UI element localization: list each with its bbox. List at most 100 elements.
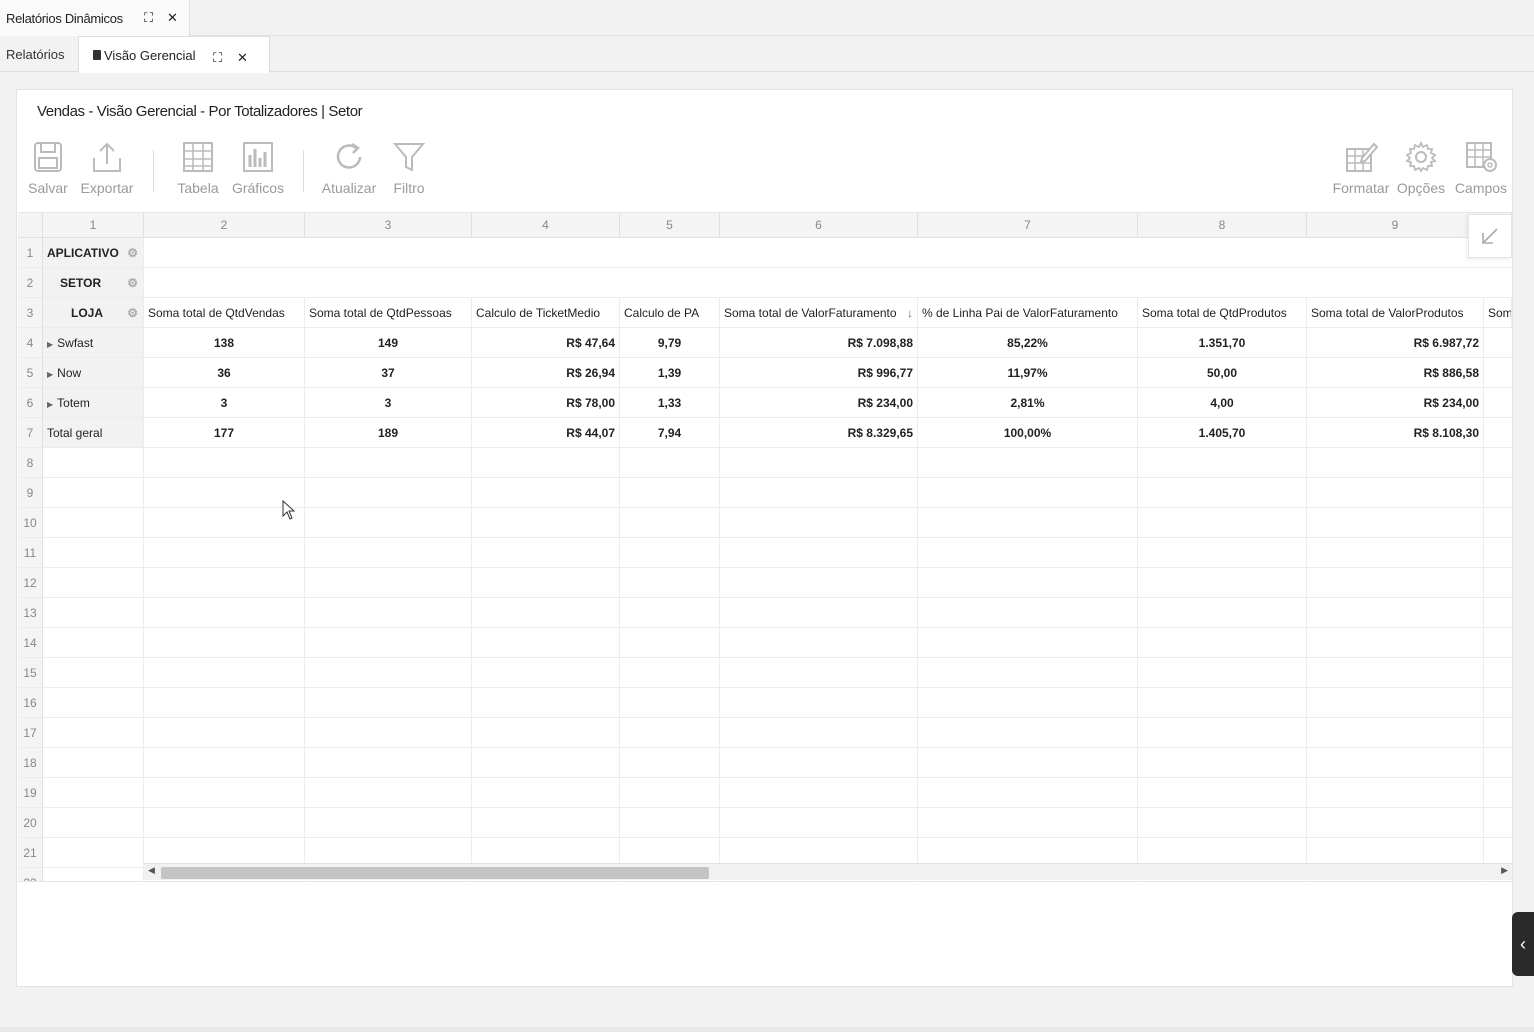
data-cell[interactable]: R$ 47,64 [472,328,620,358]
column-header[interactable]: Soma total de ValorProdutos [1307,298,1484,328]
data-cell[interactable]: 3 [305,388,472,418]
data-cell[interactable]: 3 [144,388,305,418]
data-cell[interactable]: 149 [305,328,472,358]
row-number: 15 [18,658,43,688]
window-tab-relatorios-dinamicos[interactable]: Relatórios Dinâmicos ⛶ ✕ [0,0,190,36]
data-cell[interactable]: R$ 234,00 [720,388,918,418]
collapse-arrow-icon [1482,228,1498,244]
charts-button[interactable]: Gráficos [228,140,288,196]
column-header[interactable]: Soma total de QtdPessoas [305,298,472,328]
column-header-sorted[interactable]: Soma total de ValorFaturamento ↓ [720,298,918,328]
column-number: 3 [305,213,472,238]
row-number: 21 [18,838,43,868]
scrollbar-thumb[interactable] [161,867,709,879]
close-icon[interactable]: ✕ [237,51,248,65]
expand-icon[interactable]: ▶ [47,370,53,379]
scroll-right-icon[interactable]: ▶ [1501,865,1508,876]
fields-button[interactable]: Campos [1451,140,1511,196]
data-cell[interactable]: 11,97% [918,358,1138,388]
save-button[interactable]: Salvar [18,140,78,196]
data-cell[interactable]: 4,00 [1138,388,1307,418]
column-header[interactable]: Soma total de QtdVendas [144,298,305,328]
data-cell[interactable]: R$ 996,77 [720,358,918,388]
filter-button[interactable]: Filtro [379,140,439,196]
field-aplicativo[interactable]: APLICATIVO ⚙ [43,238,144,268]
total-cell[interactable]: 1.405,70 [1138,418,1307,448]
total-cell[interactable]: 100,00% [918,418,1138,448]
row-header-totem[interactable]: ▶ Totem [43,388,144,418]
options-button[interactable]: Opções [1391,140,1451,196]
total-cell[interactable]: 189 [305,418,472,448]
data-cell[interactable]: 50,00 [1138,358,1307,388]
data-cell[interactable]: 2,81% [918,388,1138,418]
empty-column [1484,328,1512,881]
row-number: 7 [18,418,43,448]
refresh-button[interactable]: Atualizar [319,140,379,196]
column-header[interactable]: Som [1484,298,1512,328]
expand-icon[interactable]: ▶ [47,400,53,409]
export-button[interactable]: Exportar [77,140,137,196]
gear-icon[interactable]: ⚙ [127,238,138,267]
data-cell[interactable]: 1,33 [620,388,720,418]
format-button[interactable]: Formatar [1331,140,1391,196]
row-header-total-geral[interactable]: Total geral [43,418,144,448]
row-number: 10 [18,508,43,538]
row-number: 6 [18,388,43,418]
fields-label: Campos [1454,180,1508,196]
data-cell[interactable]: 9,79 [620,328,720,358]
data-cell[interactable]: R$ 78,00 [472,388,620,418]
maximize-icon[interactable]: ⛶ [213,51,222,65]
row-number: 3 [18,298,43,328]
column-header[interactable]: % de Linha Pai de ValorFaturamento [918,298,1138,328]
empty-column [1138,448,1307,881]
row-header-now[interactable]: ▶ Now [43,358,144,388]
column-number: 4 [472,213,620,238]
empty-column [720,448,918,881]
gear-icon [1405,140,1437,173]
expand-icon[interactable]: ▶ [47,340,53,349]
data-cell[interactable]: R$ 26,94 [472,358,620,388]
data-cell[interactable]: R$ 886,58 [1307,358,1484,388]
gear-icon[interactable]: ⚙ [127,268,138,297]
sort-down-icon: ↓ [907,306,913,320]
data-cell[interactable]: R$ 234,00 [1307,388,1484,418]
total-cell[interactable]: R$ 8.329,65 [720,418,918,448]
close-icon[interactable]: ✕ [167,11,178,25]
tab-visao-gerencial[interactable]: Visão Gerencial ⛶ ✕ [78,36,270,73]
gear-icon[interactable]: ⚙ [127,298,138,327]
toolbar-divider [303,150,304,192]
refresh-label: Atualizar [321,180,377,196]
column-header[interactable]: Calculo de PA [620,298,720,328]
column-header[interactable]: Calculo de TicketMedio [472,298,620,328]
empty-column [144,448,305,881]
row-number: 12 [18,568,43,598]
side-panel-toggle[interactable]: ‹ [1512,912,1534,976]
field-setor[interactable]: SETOR ⚙ [43,268,144,298]
table-button[interactable]: Tabela [168,140,228,196]
data-cell[interactable]: 85,22% [918,328,1138,358]
data-cell[interactable]: 36 [144,358,305,388]
data-cell[interactable]: R$ 6.987,72 [1307,328,1484,358]
column-header[interactable]: Soma total de QtdProdutos [1138,298,1307,328]
field-label: SETOR [60,276,102,290]
empty-column [918,448,1138,881]
pivot-grid[interactable]: 1 2 3 4 5 6 7 8 9 1 2 3 4 5 6 7 8 9 10 1… [18,212,1512,882]
field-loja[interactable]: LOJA ⚙ [43,298,144,328]
total-cell[interactable]: 177 [144,418,305,448]
data-cell[interactable]: 138 [144,328,305,358]
maximize-icon[interactable]: ⛶ [144,11,153,25]
scroll-left-icon[interactable]: ◀ [148,865,155,876]
data-cell[interactable]: 37 [305,358,472,388]
total-cell[interactable]: 7,94 [620,418,720,448]
row-number: 4 [18,328,43,358]
total-cell[interactable]: R$ 8.108,30 [1307,418,1484,448]
horizontal-scrollbar[interactable]: ◀ ▶ [144,863,1512,880]
data-cell[interactable]: 1,39 [620,358,720,388]
total-cell[interactable]: R$ 44,07 [472,418,620,448]
data-cell[interactable]: 1.351,70 [1138,328,1307,358]
data-cell[interactable]: R$ 7.098,88 [720,328,918,358]
collapse-grid-button[interactable] [1468,214,1512,258]
row-header-swfast[interactable]: ▶ Swfast [43,328,144,358]
tab-relatorios[interactable]: Relatórios [0,36,78,72]
row-number: 8 [18,448,43,478]
